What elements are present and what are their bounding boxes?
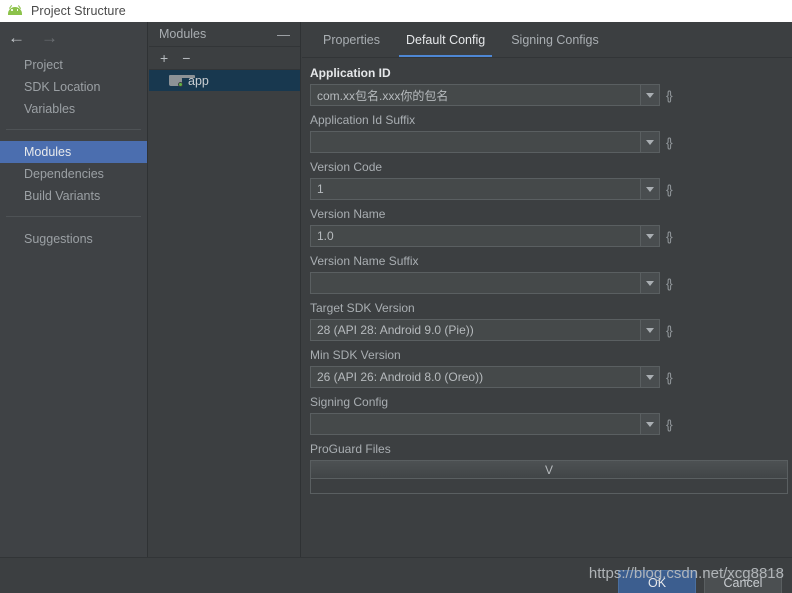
modules-panel: Modules — + − app bbox=[149, 22, 301, 557]
version-name-value: 1.0 bbox=[317, 229, 334, 243]
sidebar-group-3: Suggestions bbox=[0, 226, 147, 250]
braces-icon[interactable]: {} bbox=[666, 324, 673, 337]
braces-icon[interactable]: {} bbox=[666, 136, 673, 149]
version-code-value: 1 bbox=[317, 182, 324, 196]
module-list-item-app[interactable]: app bbox=[149, 70, 300, 91]
sidebar-item-sdk-location[interactable]: SDK Location bbox=[0, 76, 147, 98]
arrow-left-icon[interactable]: ← bbox=[8, 29, 25, 46]
chevron-down-icon[interactable] bbox=[640, 320, 659, 340]
chevron-down-icon[interactable] bbox=[640, 414, 659, 434]
sidebar-group-1: Project SDK Location Variables bbox=[0, 52, 147, 120]
field-version-code: Version Code 1 {} bbox=[306, 160, 792, 200]
field-version-name-suffix: Version Name Suffix {} bbox=[306, 254, 792, 294]
modules-panel-title: Modules bbox=[159, 27, 207, 41]
field-label-version-name-suffix: Version Name Suffix bbox=[310, 254, 419, 268]
proguard-table-body[interactable] bbox=[311, 479, 787, 493]
project-structure-window: Project Structure ← → Project SDK Locati… bbox=[0, 0, 792, 593]
field-application-id-suffix: Application Id Suffix {} bbox=[306, 113, 792, 153]
version-code-input[interactable]: 1 bbox=[310, 178, 660, 200]
tab-signing-configs[interactable]: Signing Configs bbox=[498, 23, 612, 57]
module-folder-icon bbox=[169, 75, 195, 87]
modules-toolbar: + − bbox=[149, 47, 300, 70]
sidebar-divider-2 bbox=[6, 216, 141, 217]
field-label-version-code: Version Code bbox=[310, 160, 383, 174]
field-target-sdk-version: Target SDK Version 28 (API 28: Android 9… bbox=[306, 301, 792, 341]
application-id-suffix-input[interactable] bbox=[310, 131, 660, 153]
sidebar-group-2: Modules Dependencies Build Variants bbox=[0, 139, 147, 207]
ok-button[interactable]: OK bbox=[618, 570, 696, 593]
braces-icon[interactable]: {} bbox=[666, 89, 673, 102]
add-module-button[interactable]: + bbox=[160, 51, 168, 65]
field-application-id: Application ID com.xx包名.xxx你的包名 {} bbox=[306, 66, 792, 106]
field-label-application-id-suffix: Application Id Suffix bbox=[310, 113, 416, 127]
modules-list: app bbox=[149, 70, 300, 91]
tab-default-config[interactable]: Default Config bbox=[393, 23, 498, 57]
field-label-proguard-files: ProGuard Files bbox=[310, 442, 391, 456]
field-label-min-sdk-version: Min SDK Version bbox=[310, 348, 401, 362]
chevron-down-icon[interactable] bbox=[640, 85, 659, 105]
field-label-signing-config: Signing Config bbox=[310, 395, 389, 409]
version-name-input[interactable]: 1.0 bbox=[310, 225, 660, 247]
android-robot-icon bbox=[7, 4, 23, 18]
window-title: Project Structure bbox=[31, 4, 126, 18]
chevron-down-icon[interactable] bbox=[640, 132, 659, 152]
signing-config-input[interactable] bbox=[310, 413, 660, 435]
chevron-down-icon[interactable] bbox=[640, 273, 659, 293]
sidebar-item-modules[interactable]: Modules bbox=[0, 141, 147, 163]
sidebar-item-suggestions[interactable]: Suggestions bbox=[0, 228, 147, 250]
braces-icon[interactable]: {} bbox=[666, 371, 673, 384]
application-id-value: com.xx包名.xxx你的包名 bbox=[317, 88, 449, 103]
tab-bar: Properties Default Config Signing Config… bbox=[302, 22, 792, 58]
braces-icon[interactable]: {} bbox=[666, 183, 673, 196]
target-sdk-version-value: 28 (API 28: Android 9.0 (Pie)) bbox=[317, 323, 474, 337]
title-bar: Project Structure bbox=[0, 0, 792, 22]
cancel-button[interactable]: Cancel bbox=[704, 570, 782, 593]
sidebar-item-variables[interactable]: Variables bbox=[0, 98, 147, 120]
min-sdk-version-input[interactable]: 26 (API 26: Android 8.0 (Oreo)) bbox=[310, 366, 660, 388]
tab-properties[interactable]: Properties bbox=[310, 23, 393, 57]
left-sidebar: ← → Project SDK Location Variables Modul… bbox=[0, 22, 148, 557]
application-id-input[interactable]: com.xx包名.xxx你的包名 bbox=[310, 84, 660, 106]
sidebar-item-build-variants[interactable]: Build Variants bbox=[0, 185, 147, 207]
field-label-target-sdk-version: Target SDK Version bbox=[310, 301, 415, 315]
proguard-table-column-header[interactable]: V bbox=[311, 461, 787, 479]
dialog-button-group: OK Cancel bbox=[618, 570, 782, 593]
arrow-right-icon[interactable]: → bbox=[41, 29, 58, 46]
default-config-form: Application ID com.xx包名.xxx你的包名 {} Appli… bbox=[302, 58, 792, 557]
chevron-down-icon[interactable] bbox=[640, 367, 659, 387]
sidebar-item-dependencies[interactable]: Dependencies bbox=[0, 163, 147, 185]
field-min-sdk-version: Min SDK Version 26 (API 26: Android 8.0 … bbox=[306, 348, 792, 388]
braces-icon[interactable]: {} bbox=[666, 418, 673, 431]
dialog-footer: OK Cancel bbox=[0, 557, 792, 593]
navigation-arrows: ← → bbox=[0, 22, 147, 52]
sidebar-divider-1 bbox=[6, 129, 141, 130]
chevron-down-icon[interactable] bbox=[640, 226, 659, 246]
remove-module-button[interactable]: − bbox=[182, 51, 190, 65]
modules-panel-header: Modules — bbox=[149, 22, 300, 47]
braces-icon[interactable]: {} bbox=[666, 277, 673, 290]
target-sdk-version-input[interactable]: 28 (API 28: Android 9.0 (Pie)) bbox=[310, 319, 660, 341]
sidebar-item-project[interactable]: Project bbox=[0, 54, 147, 76]
min-sdk-version-value: 26 (API 26: Android 8.0 (Oreo)) bbox=[317, 370, 484, 384]
field-label-version-name: Version Name bbox=[310, 207, 386, 221]
field-label-application-id: Application ID bbox=[310, 66, 391, 80]
chevron-down-icon[interactable] bbox=[640, 179, 659, 199]
field-signing-config: Signing Config {} bbox=[306, 395, 792, 435]
main-content: Properties Default Config Signing Config… bbox=[302, 22, 792, 557]
minus-icon[interactable]: — bbox=[275, 28, 292, 41]
braces-icon[interactable]: {} bbox=[666, 230, 673, 243]
version-name-suffix-input[interactable] bbox=[310, 272, 660, 294]
field-proguard-files: ProGuard Files V bbox=[306, 442, 792, 494]
proguard-files-table[interactable]: V bbox=[310, 460, 788, 494]
field-version-name: Version Name 1.0 {} bbox=[306, 207, 792, 247]
